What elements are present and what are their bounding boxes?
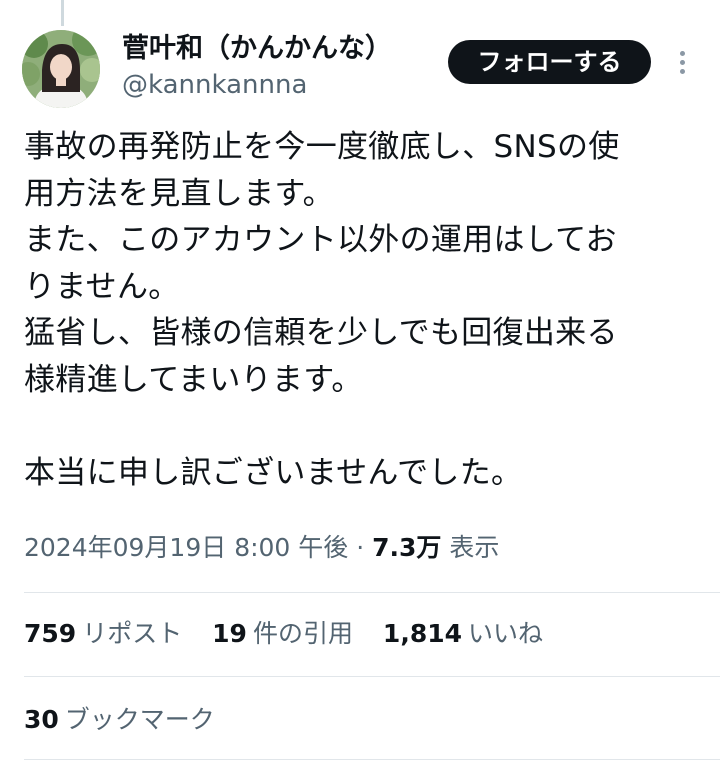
reposts-label: リポスト: [82, 619, 183, 648]
quotes-stat[interactable]: 19 件の引用: [212, 612, 353, 656]
profile-photo: [22, 30, 100, 108]
avatar[interactable]: [22, 30, 100, 108]
likes-label: いいね: [468, 619, 544, 648]
likes-count: 1,814: [382, 619, 462, 648]
reposts-count: 759: [24, 619, 77, 648]
tweet-header: 菅叶和（かんかんな） @kannkannna フォローする: [0, 0, 720, 120]
bookmarks-label: ブックマーク: [64, 705, 215, 734]
likes-stat[interactable]: 1,814 いいね: [383, 612, 543, 656]
tweet-meta-row: 2024年09月19日 8:00 午後 · 7.3万 表示: [24, 528, 499, 568]
engagement-stats-row: 759 リポスト 19 件の引用 1,814 いいね: [24, 612, 565, 656]
reposts-stat[interactable]: 759 リポスト: [24, 612, 182, 656]
more-dot: [679, 50, 685, 56]
more-vertical-icon[interactable]: [668, 44, 696, 80]
tweet-body-text: 事故の再発防止を今一度徹底し、SNSの使 用方法を見直します。 また、このアカウ…: [24, 129, 620, 491]
follow-button[interactable]: フォローする: [448, 40, 651, 84]
bookmarks-count: 30: [24, 705, 59, 734]
author-display-name[interactable]: 菅叶和（かんかんな）: [122, 32, 392, 66]
views-count: 7.3万: [372, 533, 442, 562]
author-name-block: 菅叶和（かんかんな） @kannkannna: [122, 32, 392, 102]
quotes-count: 19: [212, 619, 247, 648]
divider: [24, 676, 720, 677]
bookmarks-stat[interactable]: 30 ブックマーク: [24, 698, 215, 742]
more-dot: [679, 68, 685, 74]
tweet-timestamp[interactable]: 2024年09月19日 8:00 午後: [24, 533, 348, 562]
more-dot: [679, 59, 685, 65]
quotes-label: 件の引用: [252, 619, 353, 648]
author-handle[interactable]: @kannkannna: [122, 68, 392, 102]
views-label: 表示: [449, 533, 500, 562]
meta-separator: ·: [356, 533, 365, 562]
divider: [24, 592, 720, 593]
